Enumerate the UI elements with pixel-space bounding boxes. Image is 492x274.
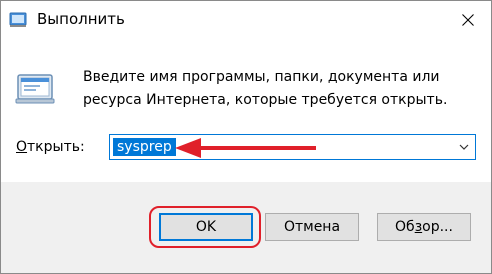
open-label-mnemonic: О	[16, 139, 28, 155]
title-bar[interactable]: Выполнить	[1, 1, 491, 39]
cancel-button[interactable]: Отмена	[265, 213, 359, 241]
browse-label-mnemonic: з	[414, 219, 423, 235]
window-title: Выполнить	[37, 10, 125, 28]
chevron-down-icon[interactable]	[457, 140, 471, 154]
run-program-icon	[15, 74, 55, 104]
open-label-text: ткрыть:	[27, 139, 85, 155]
dialog-description: Введите имя программы, папки, документа …	[83, 69, 448, 108]
open-label: Открыть:	[16, 139, 85, 155]
button-bar: OK Отмена Об з ор...	[1, 182, 491, 273]
ok-button[interactable]: OK	[159, 213, 253, 241]
browse-label-prefix: Об	[395, 219, 415, 235]
red-arrow-annotation	[175, 138, 316, 158]
close-button[interactable]	[445, 1, 491, 39]
run-icon	[9, 12, 27, 27]
close-icon	[462, 14, 474, 26]
browse-label-suffix: ор...	[422, 219, 453, 235]
run-dialog: Выполнить Введите имя программы, папки, …	[0, 0, 492, 274]
browse-button[interactable]: Об з ор...	[377, 213, 471, 241]
open-input-value[interactable]: sysprep	[113, 138, 176, 156]
